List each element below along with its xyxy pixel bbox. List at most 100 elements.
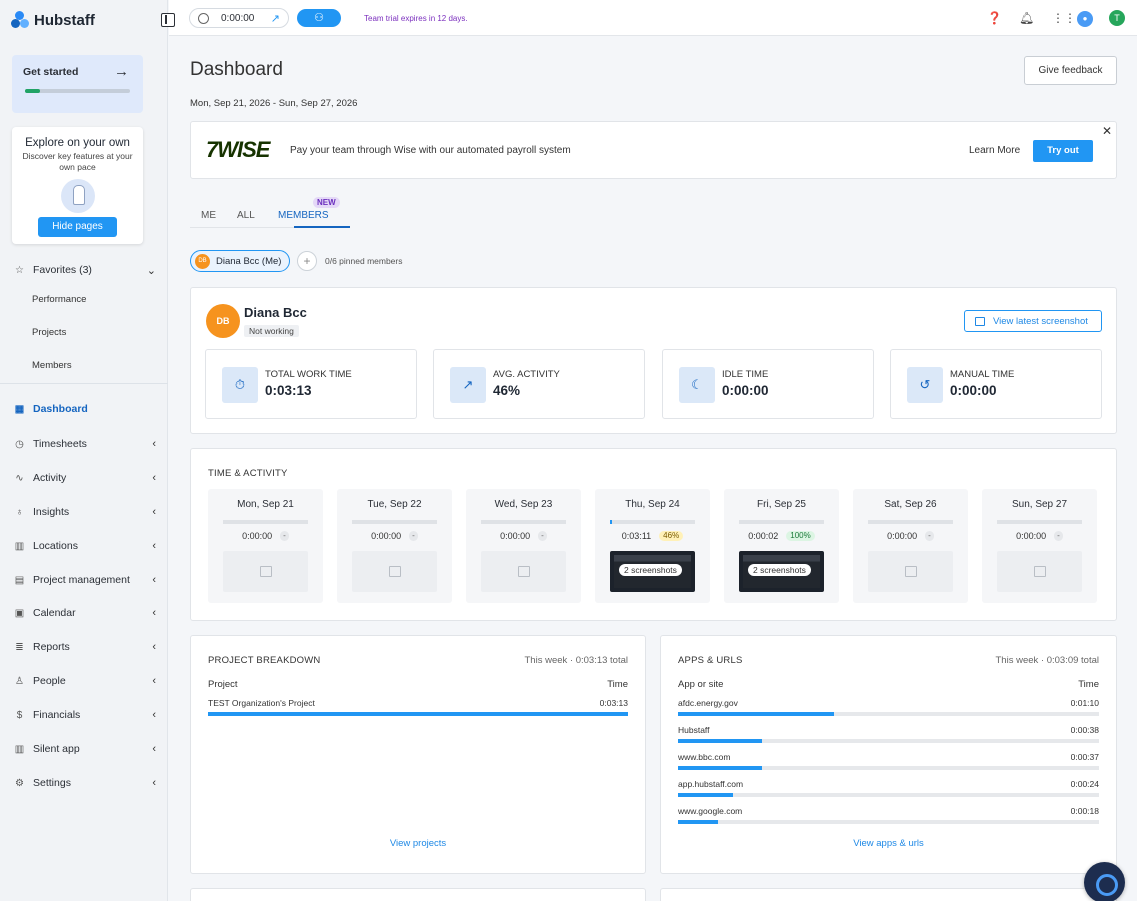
section-title: APPS & URLS	[678, 655, 743, 666]
stat-card: ↺ MANUAL TIME 0:00:00	[890, 349, 1102, 419]
row-name: app.hubstaff.com	[678, 779, 744, 789]
chevron-down-icon: ⌄	[146, 264, 156, 277]
sidebar-item-label: Project management	[33, 574, 130, 586]
chevron-left-icon: ‹	[152, 506, 156, 518]
day-column[interactable]: Tue, Sep 22 0:00:00-	[337, 489, 452, 603]
tab-me[interactable]: ME	[201, 210, 216, 221]
day-column[interactable]: Thu, Sep 24 0:03:11 46% 2 screenshots	[595, 489, 710, 603]
stat-value: 46%	[493, 383, 521, 398]
date-range[interactable]: Mon, Sep 21, 2026 - Sun, Sep 27, 2026	[190, 98, 357, 109]
day-time: 0:00:00	[500, 531, 531, 541]
sidebar-item-label: Locations	[33, 540, 78, 552]
chevron-left-icon: ‹	[152, 607, 156, 619]
avatar: DB	[206, 304, 240, 338]
try-out-button[interactable]: Try out	[1033, 140, 1093, 162]
stat-value: 0:00:00	[722, 383, 769, 398]
activity-badge: -	[409, 531, 418, 541]
support-chat-button[interactable]	[1084, 862, 1125, 901]
image-placeholder-icon	[223, 551, 308, 592]
day-column[interactable]: Wed, Sep 23 0:00:00-	[466, 489, 581, 603]
clipboard-icon: ▤	[14, 574, 25, 586]
row-name: www.bbc.com	[678, 752, 731, 762]
timer-widget[interactable]: 0:00:00 ↗	[189, 8, 289, 28]
collapse-sidebar-icon[interactable]	[161, 13, 175, 27]
hide-pages-button[interactable]: Hide pages	[38, 217, 117, 237]
bulb-icon: ♁	[15, 506, 24, 518]
chevron-left-icon: ‹	[152, 472, 156, 484]
sidebar-item-reports[interactable]: ≣ Reports ‹	[14, 638, 160, 656]
sidebar-item-silent-app[interactable]: ▥ Silent app ‹	[14, 740, 160, 758]
activity-badge: 46%	[659, 531, 684, 541]
member-chip[interactable]: DB Diana Bcc (Me)	[190, 250, 290, 272]
day-time: 0:00:00	[887, 531, 918, 541]
view-latest-screenshot-button[interactable]: View latest screenshot	[964, 310, 1102, 332]
day-label: Sat, Sep 26	[884, 499, 937, 510]
day-column[interactable]: Fri, Sep 25 0:00:02 100% 2 screenshots	[724, 489, 839, 603]
row-share-bar	[678, 739, 1099, 743]
apps-urls-card: APPS & URLS This week · 0:03:09 total Ap…	[660, 635, 1117, 874]
sidebar-item-activity[interactable]: ∿ Activity ‹	[14, 469, 160, 487]
day-time: 0:00:02	[748, 531, 779, 541]
chevron-left-icon: ‹	[152, 641, 156, 653]
invite-user-button[interactable]: ⚇	[297, 9, 341, 27]
column-header-time: Time	[1078, 679, 1099, 690]
get-started-card[interactable]: Get started →	[12, 55, 143, 113]
screenshot-thumbnail[interactable]: 2 screenshots	[739, 551, 824, 592]
avatar[interactable]: T	[1109, 10, 1125, 26]
day-column[interactable]: Sat, Sep 26 0:00:00-	[853, 489, 968, 603]
add-pinned-member-button[interactable]: +	[297, 251, 317, 271]
favorite-item-projects[interactable]: Projects	[32, 327, 66, 338]
apps-grid-icon[interactable]: ⋮⋮	[1052, 11, 1076, 25]
view-projects-link[interactable]: View projects	[191, 838, 645, 849]
day-label: Sun, Sep 27	[1011, 499, 1068, 510]
bell-icon[interactable]: 🔔︎	[1019, 11, 1034, 25]
stat-card: ⏱ TOTAL WORK TIME 0:03:13	[205, 349, 417, 419]
member-summary-card: DB Diana Bcc Not working View latest scr…	[190, 287, 1117, 434]
sidebar-item-project-management[interactable]: ▤ Project management ‹	[14, 571, 160, 589]
explore-subtitle: Discover key features at your own pace	[22, 151, 133, 172]
day-column[interactable]: Sun, Sep 27 0:00:00-	[982, 489, 1097, 603]
image-placeholder-icon	[997, 551, 1082, 592]
day-time: 0:00:00	[242, 531, 273, 541]
row-name: afdc.energy.gov	[678, 698, 738, 708]
chevron-left-icon: ‹	[152, 438, 156, 450]
help-icon[interactable]: ❓	[987, 11, 1002, 25]
sidebar-item-label: Timesheets	[33, 438, 87, 450]
sidebar-item-label: Reports	[33, 641, 70, 653]
clock-icon: ◷	[15, 438, 24, 450]
close-icon[interactable]: ✕	[1102, 124, 1112, 138]
tab-members[interactable]: MEMBERS	[278, 210, 329, 221]
add-user-icon: ⚇	[314, 12, 324, 24]
day-column[interactable]: Mon, Sep 21 0:00:00-	[208, 489, 323, 603]
sidebar-item-insights[interactable]: ♁ Insights ‹	[14, 503, 160, 521]
brand-name: Hubstaff	[34, 11, 95, 29]
tab-all[interactable]: ALL	[237, 210, 255, 221]
sidebar-item-people[interactable]: ♙ People ‹	[14, 672, 160, 690]
brand-logo[interactable]: Hubstaff	[11, 11, 95, 29]
get-started-progress	[25, 89, 130, 93]
row-name: Hubstaff	[678, 725, 710, 735]
sidebar-item-dashboard[interactable]: ▦ Dashboard	[14, 400, 160, 418]
grid-icon: ▦	[14, 403, 25, 415]
view-apps-urls-link[interactable]: View apps & urls	[661, 838, 1116, 849]
row-name: www.google.com	[678, 806, 743, 816]
give-feedback-button[interactable]: Give feedback	[1024, 56, 1117, 85]
learn-more-link[interactable]: Learn More	[969, 145, 1020, 156]
sidebar-item-settings[interactable]: ⚙ Settings ‹	[14, 774, 160, 792]
member-chip-label: Diana Bcc (Me)	[216, 255, 282, 267]
chevron-left-icon: ‹	[152, 709, 156, 721]
section-summary: This week · 0:03:13 total	[524, 655, 629, 666]
sidebar-item-calendar[interactable]: ▣ Calendar ‹	[14, 604, 160, 622]
lock-icon[interactable]: ●	[1077, 11, 1093, 27]
favorite-item-members[interactable]: Members	[32, 360, 72, 371]
open-external-icon[interactable]: ↗	[271, 12, 280, 25]
sidebar-item-financials[interactable]: $ Financials ‹	[14, 706, 160, 724]
view-tabs: ME ALL MEMBERS	[190, 206, 350, 228]
sidebar-item-timesheets[interactable]: ◷ Timesheets ‹	[14, 435, 160, 453]
favorite-item-performance[interactable]: Performance	[32, 294, 86, 305]
sidebar-item-locations[interactable]: ▥ Locations ‹	[14, 537, 160, 555]
favorites-toggle[interactable]: ☆ Favorites (3) ⌄	[14, 261, 160, 279]
screenshot-thumbnail[interactable]: 2 screenshots	[610, 551, 695, 592]
sidebar-divider	[0, 383, 168, 384]
trial-notice[interactable]: Team trial expires in 12 days.	[364, 14, 468, 23]
